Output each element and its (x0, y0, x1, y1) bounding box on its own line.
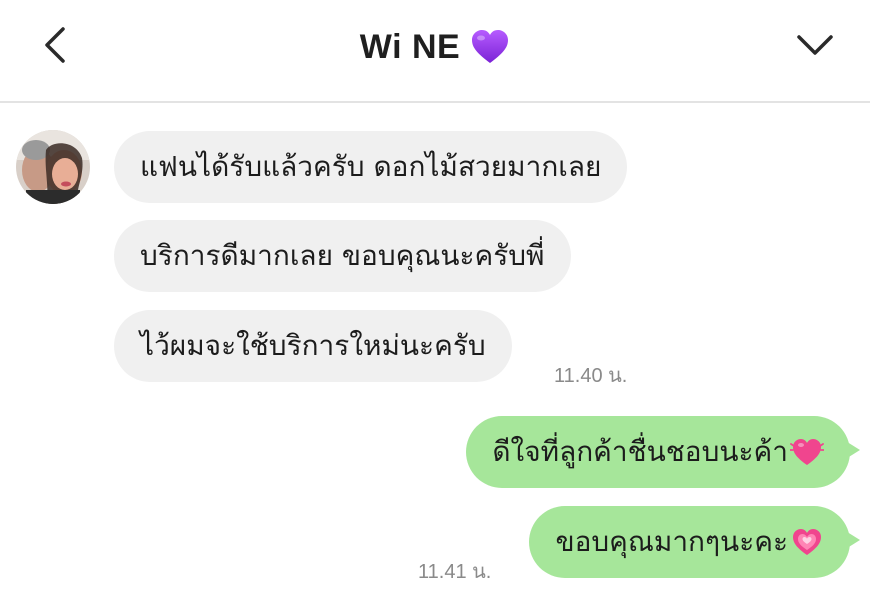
message-bubble-outgoing[interactable]: ขอบคุณมากๆนะคะ (529, 506, 860, 578)
message-text: ไว้ผมจะใช้บริการใหม่นะครับ (140, 329, 486, 362)
message-bubble-outgoing[interactable]: ดีใจที่ลูกค้าชื่นชอบนะค้า (466, 416, 860, 488)
bubble-tail (844, 440, 860, 460)
sparkling-heart-icon (790, 526, 824, 558)
bubble-tail (844, 530, 860, 550)
message-timestamp: 11.40 น. (554, 365, 628, 387)
message-text: บริการดีมากเลย ขอบคุณนะครับพี่ (140, 239, 545, 272)
chat-title: Wi NE (359, 27, 461, 66)
message-text: ขอบคุณมากๆนะคะ (555, 525, 788, 558)
chat-title-container[interactable]: Wi NE (0, 22, 870, 72)
dropdown-button[interactable] (790, 20, 840, 70)
message-bubble-incoming[interactable]: แฟนได้รับแล้วครับ ดอกไม้สวยมากเลย (114, 131, 628, 203)
message-timestamp: 11.41 น. (418, 561, 492, 583)
message-text: ดีใจที่ลูกค้าชื่นชอบนะค้า (492, 435, 788, 468)
avatar[interactable] (16, 130, 90, 204)
chevron-down-icon (797, 35, 833, 55)
message-bubble-incoming[interactable]: บริการดีมากเลย ขอบคุณนะครับพี่ (114, 220, 571, 292)
message-text: แฟนได้รับแล้วครับ ดอกไม้สวยมากเลย (140, 150, 602, 183)
beating-heart-icon (790, 436, 824, 468)
purple-heart-icon (470, 28, 510, 66)
chat-header: Wi NE (0, 0, 870, 103)
message-bubble-incoming[interactable]: ไว้ผมจะใช้บริการใหม่นะครับ (114, 310, 512, 382)
